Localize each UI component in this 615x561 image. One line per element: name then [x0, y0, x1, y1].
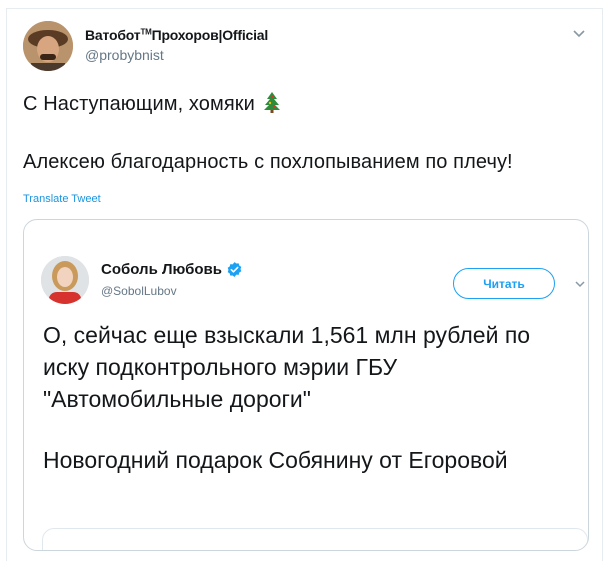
- author-name[interactable]: ВатоботTMПрохоров|Official: [85, 27, 268, 43]
- tweet-card: ВатоботTMПрохоров|Official @probybnist С…: [6, 8, 603, 561]
- quoted-tweet[interactable]: Соболь Любовь @SobolLubov Читать О, сейч…: [23, 219, 589, 551]
- verified-badge-icon: [227, 262, 242, 277]
- quoted-paragraph-1: О, сейчас еще взыскали 1,561 млн рублей …: [43, 322, 531, 412]
- quoted-paragraph-2: Новогодний подарок Собянину от Егоровой: [43, 447, 508, 473]
- tweet-text-line1: С Наступающим, хомяки: [23, 91, 281, 116]
- translate-tweet-link[interactable]: Translate Tweet: [23, 193, 101, 205]
- trademark-sign: TM: [140, 27, 152, 37]
- author-handle[interactable]: @probybnist: [85, 47, 164, 63]
- quoted-display-name: Соболь Любовь: [101, 261, 222, 278]
- tweet-line1-text: С Наступающим, хомяки: [23, 93, 255, 115]
- author-name-part: Ватобот: [85, 27, 141, 43]
- chevron-down-icon[interactable]: [574, 278, 586, 290]
- quoted-handle[interactable]: @SobolLubov: [101, 284, 177, 298]
- embedded-card[interactable]: [42, 528, 588, 550]
- quoted-author-name[interactable]: Соболь Любовь: [101, 261, 243, 278]
- author-name-rest: Прохоров|Official: [151, 27, 269, 43]
- follow-button[interactable]: Читать: [453, 268, 555, 299]
- tweet-text-line2: Алексею благодарность с похлопыванием по…: [23, 151, 513, 173]
- christmas-tree-icon: [263, 92, 280, 113]
- chevron-down-icon[interactable]: [572, 26, 586, 40]
- avatar[interactable]: [23, 21, 73, 71]
- quoted-avatar[interactable]: [41, 256, 89, 304]
